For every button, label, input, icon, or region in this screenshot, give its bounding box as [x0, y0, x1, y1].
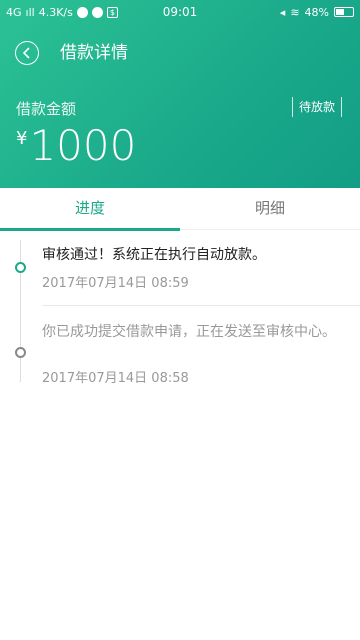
battery-icon — [334, 7, 354, 17]
wifi-icon: ≋ — [290, 5, 300, 19]
signal-icon: ıll — [25, 5, 35, 19]
loan-amount: ¥ 1000 — [16, 122, 136, 170]
check-icon — [91, 6, 103, 18]
status-bar: 4G ıll 4.3K/s $ 09:01 ◂ ≋ 48% — [0, 0, 360, 24]
amount-label: 借款金额 — [16, 100, 77, 118]
progress-timeline: 审核通过！系统正在执行自动放款。 2017年07月14日 08:59 你已成功提… — [0, 230, 360, 640]
currency-symbol: ¥ — [16, 128, 28, 149]
amount-value: 1000 — [29, 121, 137, 170]
header: 4G ıll 4.3K/s $ 09:01 ◂ ≋ 48% 借款详情 借款金额 … — [0, 0, 360, 188]
timeline-item-date: 2017年07月14日 08:59 — [42, 276, 189, 291]
timeline-item-date: 2017年07月14日 08:58 — [42, 371, 189, 386]
timeline-node — [15, 347, 26, 358]
network-indicator: 4G — [6, 5, 22, 19]
timeline-item-text: 审核通过！系统正在执行自动放款。 — [42, 247, 266, 263]
battery-percent: 48% — [304, 5, 329, 19]
mute-icon: ◂ — [279, 5, 286, 19]
timeline-divider — [42, 305, 360, 306]
tab-bar: 进度 明细 — [0, 188, 360, 231]
page-title: 借款详情 — [60, 43, 128, 63]
payment-icon: $ — [106, 6, 118, 18]
timeline-node-active — [15, 262, 26, 273]
status-badge: 待放款 — [292, 97, 343, 117]
chat-icon — [76, 6, 88, 18]
back-button[interactable] — [15, 41, 39, 65]
timeline-item-text: 你已成功提交借款申请，正在发送至审核中心。 — [42, 324, 336, 340]
tab-details[interactable]: 明细 — [180, 188, 360, 230]
chevron-left-icon — [22, 47, 30, 59]
tab-progress[interactable]: 进度 — [0, 188, 180, 231]
network-speed: 4.3K/s — [38, 5, 73, 19]
